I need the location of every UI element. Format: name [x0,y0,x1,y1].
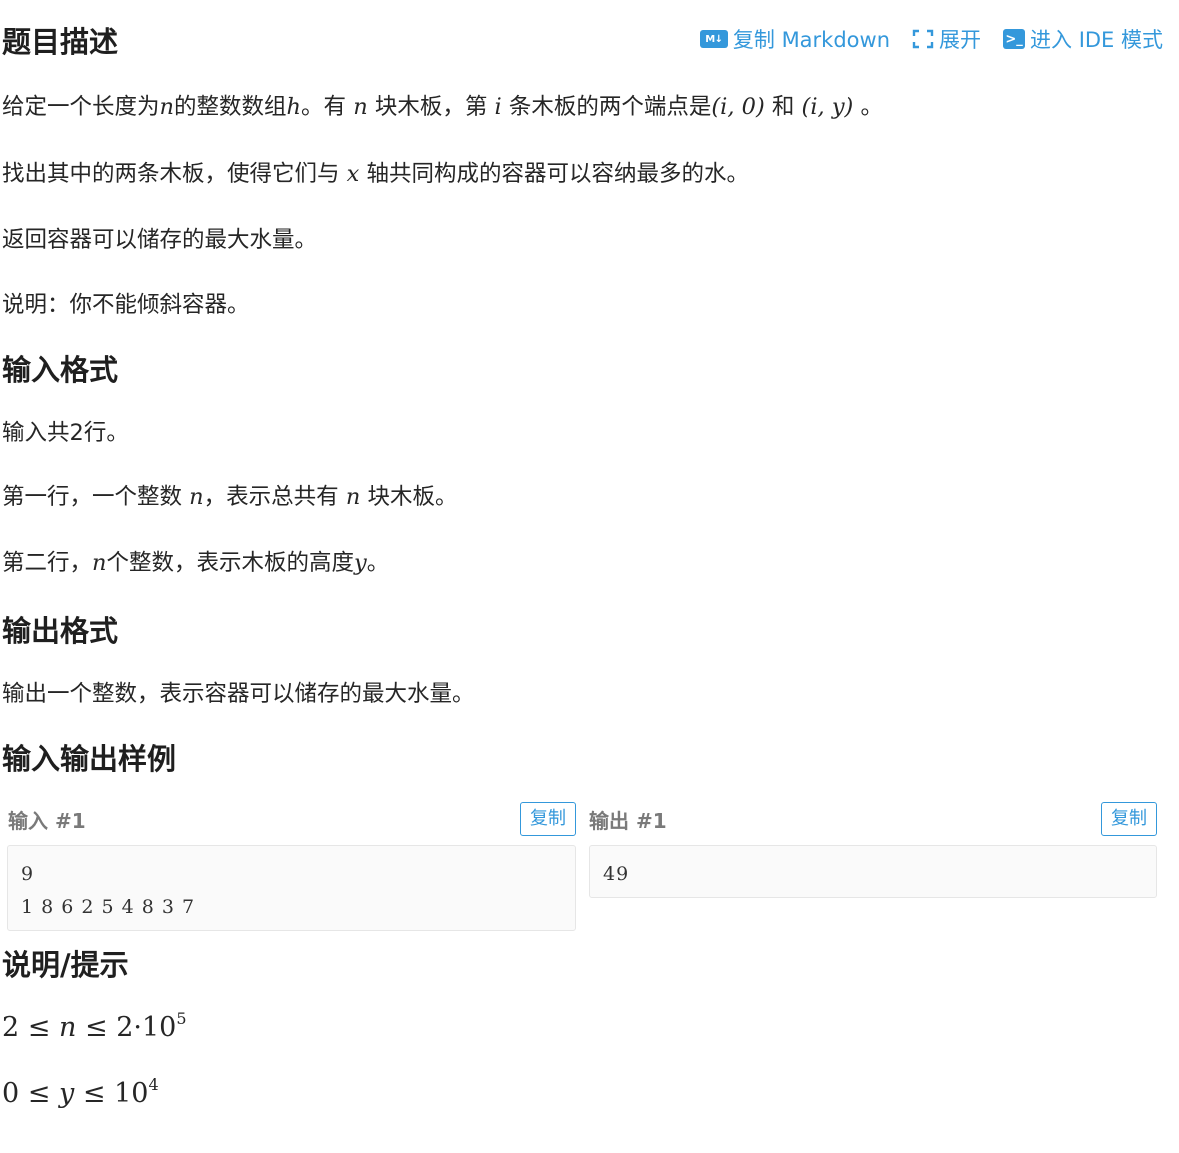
copy-markdown-label: 复制 Markdown [732,28,891,52]
math-i: i [494,94,502,120]
text: 块木板，第 [367,94,495,120]
math-n: n [59,1012,77,1043]
copy-output-button[interactable]: 复制 [1101,802,1157,836]
math-exponent: 5 [176,1009,187,1028]
sample-output-title: 输出 #1 [589,808,667,833]
sample-input-header: 输入 #1 复制 [8,800,576,838]
description-heading: 题目描述 [2,25,119,59]
description-paragraph-4: 说明：你不能倾斜容器。 [2,292,250,318]
constraint-y: 0 ≤ y ≤ 104 [2,1076,159,1112]
input-format-paragraph-2: 第一行，一个整数 n，表示总共有 n 块木板。 [2,480,457,514]
math-x: x [346,161,360,187]
math-point-i-0: (i, 0) [711,94,765,120]
output-format-paragraph-1: 输出一个整数，表示容器可以储存的最大水量。 [2,681,475,707]
input-format-paragraph-3: 第二行，n个整数，表示木板的高度y。 [2,546,389,580]
constraint-n: 2 ≤ n ≤ 2·105 [2,1010,187,1046]
text: 块木板。 [360,484,458,510]
text: ，表示总共有 [203,484,346,510]
enter-ide-label: 进入 IDE 模式 [1030,28,1163,52]
description-paragraph-2: 找出其中的两条木板，使得它们与 x 轴共同构成的容器可以容纳最多的水。 [2,157,749,191]
problem-toolbar: M↓ 复制 Markdown 展开 >_ 进入 IDE 模式 [699,24,1163,54]
math-y: y [59,1078,75,1109]
text: 给定一个长度为 [2,94,160,120]
text: 。 [366,550,390,576]
math-number: 2 [2,1012,20,1043]
copy-input-button[interactable]: 复制 [520,802,576,836]
sample-input-title: 输入 #1 [8,808,86,833]
copy-markdown-button[interactable]: M↓ 复制 Markdown [699,24,891,54]
input-format-heading: 输入格式 [2,353,119,387]
sample-output-header: 输出 #1 复制 [589,800,1157,838]
text: 和 [764,94,802,120]
output-format-heading: 输出格式 [2,614,119,648]
math-number: 2·10 [116,1012,177,1043]
text: 条木板的两个端点是 [501,94,712,120]
math-y: y [354,550,367,576]
text: 。有 [301,94,354,120]
text: 第二行， [2,550,93,576]
terminal-icon: >_ [1003,29,1026,49]
text: 第一行，一个整数 [2,484,190,510]
problem-page: M↓ 复制 Markdown 展开 >_ 进入 IDE 模式 题目描述 给定一个… [0,0,1179,1153]
hint-heading: 说明/提示 [2,948,129,982]
description-paragraph-1: 给定一个长度为n的整数数组h。有 n 块木板，第 i 条木板的两个端点是(i, … [2,90,883,124]
input-format-paragraph-1: 输入共2行。 [2,420,129,446]
expand-label: 展开 [939,28,982,52]
math-number: 10 [114,1078,149,1109]
text: 轴共同构成的容器可以容纳最多的水。 [359,161,750,187]
sample-output-code[interactable]: 49 [589,845,1157,898]
sample-input-code[interactable]: 9 1 8 6 2 5 4 8 3 7 [7,845,576,931]
math-exponent: 4 [148,1075,159,1094]
math-n: n [189,484,204,510]
text: 找出其中的两条木板，使得它们与 [2,161,347,187]
math-point-i-y: (i, y) [801,94,854,120]
math-le: ≤ [27,1078,51,1109]
description-paragraph-3: 返回容器可以储存的最大水量。 [2,227,318,253]
math-n: n [353,94,368,120]
math-n: n [159,94,175,120]
math-n: n [92,550,107,576]
markdown-icon: M↓ [699,30,728,48]
math-n: n [345,484,361,510]
math-number: 0 [2,1078,20,1109]
samples-heading: 输入输出样例 [2,742,177,776]
expand-icon [912,29,934,49]
math-le: ≤ [82,1078,106,1109]
math-le: ≤ [84,1012,108,1043]
expand-button[interactable]: 展开 [912,24,981,54]
math-h: h [286,94,302,120]
text: 。 [853,94,883,120]
math-le: ≤ [27,1012,51,1043]
text: 个整数，表示木板的高度 [106,550,355,576]
enter-ide-button[interactable]: >_ 进入 IDE 模式 [1003,24,1163,54]
text: 的整数数组 [174,94,287,120]
